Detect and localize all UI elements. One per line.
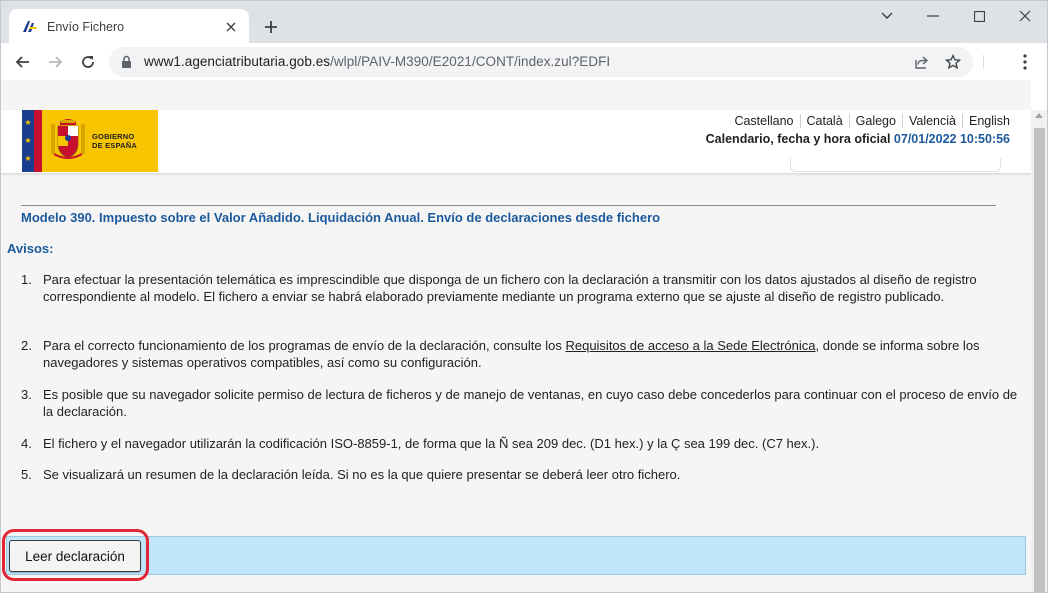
browser-menu-icon[interactable]	[1015, 51, 1035, 73]
lang-catala[interactable]: Català	[799, 114, 849, 128]
lang-english[interactable]: English	[962, 114, 1010, 128]
share-icon[interactable]	[913, 53, 931, 71]
notice-item: 2. Para el correcto funcionamiento de lo…	[21, 338, 980, 370]
tab-search-icon[interactable]	[867, 5, 907, 27]
reload-icon[interactable]	[75, 49, 101, 75]
tab-title: Envío Fichero	[47, 19, 125, 34]
scroll-up-arrow-icon[interactable]	[1035, 113, 1043, 118]
language-selector: Castellano Català Galego Valencià Englis…	[728, 114, 1010, 128]
avisos-heading: Avisos:	[7, 241, 54, 256]
aeat-favicon-icon	[21, 18, 38, 35]
star-icon: ★	[24, 136, 32, 145]
lang-galego[interactable]: Galego	[848, 114, 902, 128]
action-bar	[6, 536, 1026, 575]
toolbar-separator	[983, 55, 984, 69]
star-icon: ★	[24, 118, 32, 127]
header-search-box[interactable]	[790, 158, 1001, 172]
coat-of-arms-icon	[46, 110, 90, 172]
notice-item: 4. El fichero y el navegador utilizarán …	[21, 436, 820, 451]
lang-castellano[interactable]: Castellano	[728, 114, 799, 128]
notice-item: 5. Se visualizará un resumen de la decla…	[21, 467, 681, 482]
address-bar[interactable]: www1.agenciatributaria.gob.es/wlpl/PAIV-…	[109, 47, 973, 77]
new-tab-button[interactable]	[259, 15, 283, 39]
star-icon: ★	[24, 154, 32, 163]
gobierno-espana-logo[interactable]: ★ ★ ★ GOBIERNO DE ESPAÑA	[22, 110, 158, 172]
page-title: Modelo 390. Impuesto sobre el Valor Añad…	[21, 210, 661, 225]
close-window-icon[interactable]	[1005, 5, 1045, 27]
logo-text: GOBIERNO DE ESPAÑA	[92, 131, 138, 150]
site-header: ★ ★ ★ GOBIERNO DE ESPAÑA Castellano Cata…	[1, 110, 1031, 174]
lock-icon[interactable]	[121, 55, 132, 74]
official-datetime[interactable]: Calendario, fecha y hora oficial 07/01/2…	[706, 132, 1010, 146]
notice-item: 1. Para efectuar la presentación telemát…	[21, 272, 977, 304]
lang-valencia[interactable]: Valencià	[901, 114, 962, 128]
scroll-thumb[interactable]	[1034, 128, 1045, 592]
red-strip	[34, 110, 42, 172]
tab-strip: Envío Fichero	[0, 0, 1048, 44]
page-viewport: ★ ★ ★ GOBIERNO DE ESPAÑA Castellano Cata…	[0, 80, 1048, 593]
title-divider	[21, 205, 996, 206]
back-arrow-icon[interactable]	[10, 49, 36, 75]
eu-flag-strip: ★ ★ ★	[22, 110, 34, 172]
bookmark-star-icon[interactable]	[944, 53, 962, 71]
datetime-label: Calendario, fecha y hora oficial	[705, 132, 891, 146]
page-content: ★ ★ ★ GOBIERNO DE ESPAÑA Castellano Cata…	[1, 80, 1031, 592]
close-tab-icon[interactable]	[221, 17, 241, 37]
highlight-annotation	[2, 529, 149, 581]
browser-tab[interactable]: Envío Fichero	[9, 9, 249, 44]
url-text[interactable]: www1.agenciatributaria.gob.es/wlpl/PAIV-…	[144, 54, 610, 69]
maximize-icon[interactable]	[959, 5, 999, 27]
minimize-icon[interactable]	[913, 5, 953, 27]
vertical-scrollbar[interactable]	[1031, 110, 1047, 592]
forward-arrow-icon[interactable]	[42, 49, 68, 75]
requisitos-acceso-link[interactable]: Requisitos de acceso a la Sede Electróni…	[565, 338, 815, 353]
datetime-value: 07/01/2022 10:50:56	[893, 132, 1010, 146]
notice-item: 3. Es posible que su navegador solicite …	[21, 387, 1018, 419]
browser-toolbar: www1.agenciatributaria.gob.es/wlpl/PAIV-…	[0, 43, 1048, 80]
